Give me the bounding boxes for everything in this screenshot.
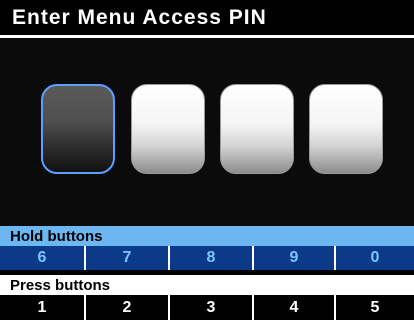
press-key-5[interactable]: 5 [336,295,414,320]
hold-buttons-row: 6 7 8 9 0 [0,246,414,270]
press-key-2[interactable]: 2 [86,295,168,320]
pin-digit-3 [220,84,294,174]
press-key-4[interactable]: 4 [254,295,334,320]
press-buttons-label: Press buttons [10,277,111,294]
pin-digit-1 [41,84,115,174]
press-buttons-row: 1 2 3 4 5 [0,295,414,320]
press-key-3[interactable]: 3 [170,295,252,320]
hold-key-9[interactable]: 9 [254,246,334,270]
press-key-1[interactable]: 1 [0,295,84,320]
hold-key-7[interactable]: 7 [86,246,168,270]
hold-key-8[interactable]: 8 [170,246,252,270]
hold-buttons-label: Hold buttons [10,228,103,245]
page-title: Enter Menu Access PIN [12,6,267,29]
hold-key-0[interactable]: 0 [336,246,414,270]
hold-key-6[interactable]: 6 [0,246,84,270]
press-buttons-header: Press buttons [0,275,414,295]
pin-digit-2 [131,84,205,174]
title-bar: Enter Menu Access PIN [0,0,414,38]
hold-buttons-header: Hold buttons [0,226,414,246]
pin-digit-4 [309,84,383,174]
